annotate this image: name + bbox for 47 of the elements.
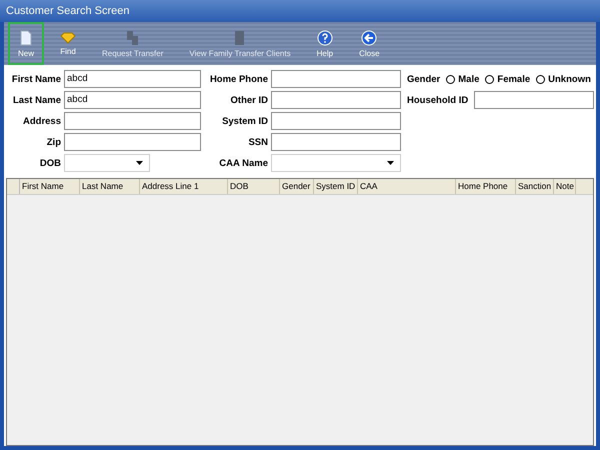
text-field[interactable] [271,70,401,88]
text-field[interactable] [271,112,401,130]
toolbar-button[interactable]: New [8,22,44,65]
column-header[interactable]: Last Name [80,179,140,194]
documents-icon [126,30,140,46]
field-label: Last Name [12,94,61,106]
text-field[interactable]: abcd [64,91,201,109]
radio-option[interactable]: Unknown [536,74,591,84]
toolbar-button[interactable]: Help [306,22,344,65]
field-label: Gender [407,74,440,84]
text-field[interactable] [64,112,201,130]
column-header[interactable]: First Name [20,179,80,194]
field-label: DOB [38,158,61,168]
column-header[interactable]: Gender [280,179,314,194]
window-title: Customer Search Screen [0,0,600,22]
dropdown-arrow-icon [136,161,143,165]
dropdown-field[interactable] [64,154,150,172]
field-label: Home Phone [208,74,268,84]
help-icon [316,30,333,46]
column-header[interactable]: System ID [314,179,358,194]
field-label: CAA Name [218,158,268,168]
text-field[interactable] [64,133,201,151]
field-label: Zip [46,136,61,148]
column-header[interactable]: Home Phone [456,179,516,194]
text-field[interactable] [271,133,401,151]
gem-icon [60,32,76,44]
page-icon [19,30,33,46]
field-label: Household ID [407,94,468,106]
document-icon [233,30,247,46]
radio-option[interactable]: Male [446,74,480,84]
column-header[interactable]: DOB [228,179,280,194]
field-label: Other ID [230,94,268,106]
toolbar-button[interactable]: Close [349,22,390,65]
radio-option[interactable]: Female [485,74,530,84]
column-header[interactable]: CAA [358,179,456,194]
dropdown-arrow-icon [387,161,394,165]
dropdown-field[interactable] [271,154,401,172]
text-field[interactable]: abcd [64,70,201,88]
column-header[interactable]: Address Line 1 [140,179,228,194]
text-field[interactable] [271,91,401,109]
field-label: First Name [10,74,61,84]
text-field[interactable] [474,91,594,109]
field-label: Address [22,116,61,126]
column-header[interactable]: Sanction [516,179,554,194]
field-label: SSN [247,136,268,148]
column-header[interactable]: Note [554,179,576,194]
field-label: System ID [221,116,268,126]
